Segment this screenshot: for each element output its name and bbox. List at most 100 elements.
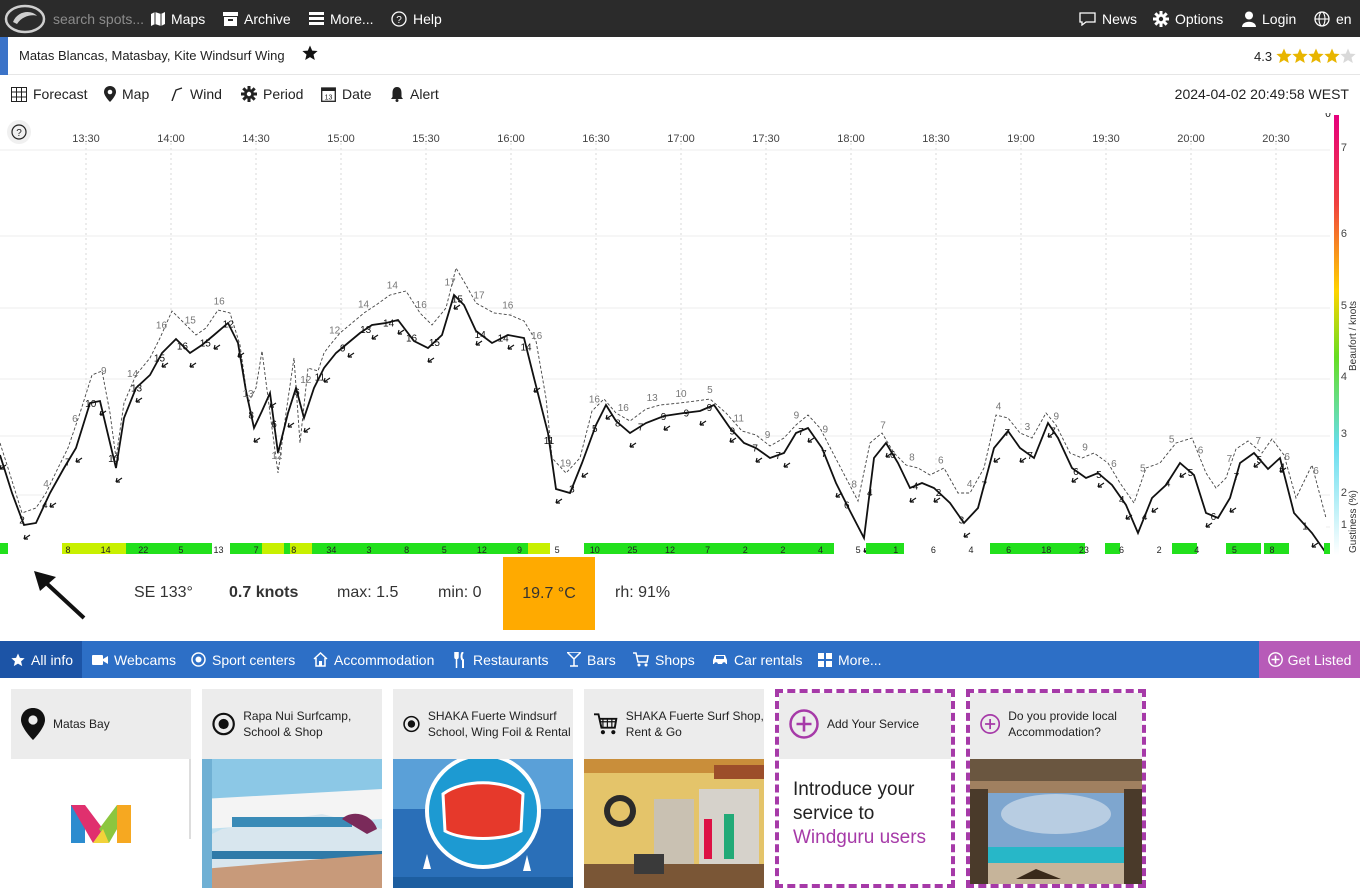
maps-menu[interactable]: Maps [151,0,205,37]
add-service-text: Introduce your service to Windguru users [793,778,951,850]
avg-value-label: 7 [982,480,988,491]
avg-value-label: 4 [42,500,48,511]
chat-icon [1079,11,1096,26]
wind-graph: 4 6 9 14 16 15 16 13 12 12 12 14 14 16 17 17 16 16 19 16 16 1… [0,113,1360,558]
car-rentals-tab[interactable]: Car rentals [712,641,802,678]
avg-value-label: 10 [108,454,120,465]
shops-tab[interactable]: Shops [633,641,695,678]
card-title: Rapa Nui Surfcamp, School & Shop [243,709,352,739]
sport-centers-tab[interactable]: Sport centers [191,641,295,678]
gust-strip-value: 5 [555,545,560,555]
period-tab[interactable]: Period [241,75,303,113]
gust-strip-value: 23 [1079,545,1089,555]
news-label: News [1102,10,1138,27]
matas-bay-logo [71,805,131,843]
login-menu[interactable]: Login [1242,0,1296,37]
card-shaka-shop[interactable]: SHAKA Fuerte Surf Shop, Rent & Go [584,689,764,888]
gustiness-axis-label: Gustiness (%) [1348,490,1359,553]
gust-value-label: 11 [734,413,745,424]
shops-label: Shops [655,651,695,668]
all-info-label: All info [31,651,74,668]
wind-direction-arrow [269,402,277,408]
gust-value-label: 9 [765,430,771,441]
gear-icon [241,86,257,102]
gust-value-label: 6 [72,414,78,425]
date-label: Date [342,86,372,102]
time-tick: 18:00 [837,133,865,145]
avg-value-label: 2 [19,516,25,527]
add-service-link[interactable]: Windguru users [793,827,926,848]
gear-icon [1153,10,1169,27]
current-conditions: SE 133° 0.7 knots max: 1.5 min: 0 19.7 °… [0,557,1360,630]
news-menu[interactable]: News [1079,0,1137,37]
accommodation-tab[interactable]: Accommodation [313,641,434,678]
archive-menu[interactable]: Archive [223,0,291,37]
car-rentals-label: Car rentals [734,651,803,668]
options-menu[interactable]: Options [1153,0,1223,37]
search-spots-input[interactable]: search spots... [53,0,144,37]
card-accommodation-ad[interactable]: Do you provide local Accommodation? [966,689,1146,888]
card-shaka-school[interactable]: SHAKA Fuerte Windsurf School, Wing Foil … [393,689,573,888]
gust-value-label: 9 [1082,443,1088,454]
gust-value-label: 16 [214,296,226,307]
archive-label: Archive [244,10,291,27]
avg-value-label: 12 [223,319,235,330]
gust-value-label: 16 [156,321,168,332]
card-title: Do you provide local Accommodation? [1008,709,1117,739]
avg-value-label: 4 [867,488,873,499]
card-add-service[interactable]: Add Your Service Introduce your service … [775,689,955,888]
gust-strip-value: 8 [404,545,409,555]
help-menu[interactable]: ? Help [391,0,442,37]
current-datetime: 2024-04-02 20:49:58 WEST [1174,86,1349,102]
avg-value-label: 6 [844,501,850,512]
gust-value-label: 9 [823,424,829,435]
favorite-star-icon[interactable] [302,45,318,61]
gust-strip-value: 14 [101,545,111,555]
target-icon [212,712,235,736]
wind-direction-arrow-icon [34,571,86,620]
date-tab[interactable]: 13 Date [321,75,372,113]
help-label: Help [413,10,442,27]
card-matas-bay[interactable]: Matas Bay [11,689,191,888]
forecast-toolbar: Forecast Map Wind Period 13 Date Alert 2… [0,75,1360,113]
restaurants-tab[interactable]: Restaurants [454,641,548,678]
get-listed-label: Get Listed [1287,651,1352,668]
windguru-logo[interactable] [4,0,46,37]
table-icon [11,86,27,102]
gust-strip-highlight [528,543,550,554]
bell-icon [391,87,403,102]
avg-value-label: 9 [707,403,713,414]
wind-direction: SE 133° [134,584,193,601]
gust-value-label: 7 [880,421,886,432]
card-header: Rapa Nui Surfcamp, School & Shop [202,689,382,759]
webcams-tab[interactable]: Webcams [92,641,176,678]
gust-value-label: 6 [938,456,944,467]
language-menu[interactable]: en [1314,0,1352,37]
bars-tab[interactable]: Bars [567,641,616,678]
gust-value-label: 16 [618,403,630,414]
beach-hut-photo [970,759,1142,884]
gust-strip-value: 4 [968,545,973,555]
graph-help-button[interactable]: ? [7,120,31,144]
avg-value-label: 7 [638,422,644,433]
avg-value-label: 15 [429,338,441,349]
card-rapa-nui[interactable]: Rapa Nui Surfcamp, School & Shop [202,689,382,888]
avg-value-label: 7 [821,449,827,460]
hamburger-icon [309,12,324,25]
get-listed-button[interactable]: Get Listed [1259,641,1360,678]
gust-strip-value: 5 [442,545,447,555]
more-tab[interactable]: More... [818,641,882,678]
card-image-surfcamp [202,759,382,888]
map-tab[interactable]: Map [104,75,149,113]
alert-tab[interactable]: Alert [390,75,439,113]
gust-strip-value: 6 [1119,545,1124,555]
wind-tab[interactable]: Wind [170,75,222,113]
gust-value-label: 16 [416,300,428,311]
more-menu[interactable]: More... [309,0,374,37]
all-info-tab[interactable]: All info [0,641,82,678]
avg-value-label: 9 [684,409,690,420]
avg-value-label: 16 [177,341,189,352]
shop-interior-photo [584,759,764,888]
avg-value-label: 9 [729,426,735,437]
forecast-tab[interactable]: Forecast [11,75,87,113]
